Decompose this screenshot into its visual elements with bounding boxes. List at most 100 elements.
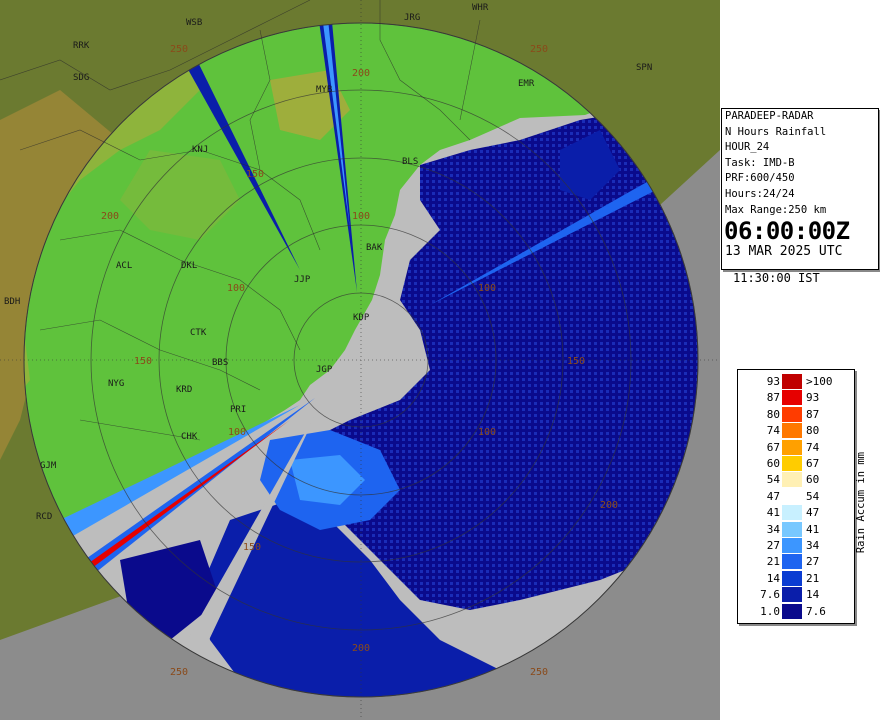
city-BAK: BAK <box>366 243 383 253</box>
legend-high-value: 74 <box>806 440 820 454</box>
legend-high-value: 27 <box>806 555 820 569</box>
range-label-200-se: 200 <box>600 500 618 511</box>
city-RRK: RRK <box>73 41 90 51</box>
legend-low-value: 93 <box>766 375 780 388</box>
legend-high-value: 67 <box>806 457 820 470</box>
city-RCD: RCD <box>36 512 52 522</box>
legend-high-value: 80 <box>806 424 820 438</box>
city-CTK: CTK <box>190 328 207 338</box>
city-CHK: CHK <box>181 432 198 442</box>
max-range-value: Max Range:250 km <box>725 203 827 216</box>
legend-row: 1.0 7.6 <box>738 603 854 619</box>
range-label-150-e: 150 <box>567 356 585 367</box>
city-SDG: SDG <box>73 73 89 83</box>
legend-row: 41 47 <box>738 505 854 521</box>
station-name: PARADEEP-RADAR <box>725 110 814 122</box>
range-label-250-ne: 250 <box>530 44 548 55</box>
legend-row: 54 60 <box>738 472 854 488</box>
legend-high-value: >100 <box>806 375 833 388</box>
legend-swatch <box>782 374 802 389</box>
city-DKL: DKL <box>181 261 197 271</box>
legend-low-value: 34 <box>766 522 780 536</box>
legend-row: 7.6 14 <box>738 587 854 603</box>
range-label-100-sw: 100 <box>228 427 246 438</box>
legend-row: 80 87 <box>738 406 854 422</box>
legend-high-value: 54 <box>806 489 820 503</box>
legend-high-value: 7.6 <box>806 604 826 618</box>
legend-swatch <box>782 390 802 406</box>
radar-map: 200 100 150 200 100 150 100 150 200 250 … <box>0 0 720 720</box>
legend-low-value: 7.6 <box>760 588 780 602</box>
utc-date: 13 MAR 2025 UTC <box>725 244 843 260</box>
ist-time: 11:30:00 IST <box>733 271 820 285</box>
legend-row: 34 41 <box>738 521 854 537</box>
product-name: N Hours Rainfall <box>725 125 827 138</box>
legend-low-value: 87 <box>766 391 780 405</box>
legend-row: 87 93 <box>738 390 854 406</box>
product-hour: HOUR_24 <box>725 141 770 154</box>
radar-info-panel: PARADEEP-RADAR N Hours Rainfall HOUR_24 … <box>721 108 879 270</box>
range-label-250-nw: 250 <box>170 44 188 55</box>
legend-row: 21 27 <box>738 554 854 570</box>
legend-swatch <box>782 406 802 422</box>
legend-low-value: 60 <box>766 457 780 470</box>
city-KNJ: KNJ <box>192 145 208 155</box>
city-JRG: JRG <box>404 13 420 23</box>
city-KRD: KRD <box>176 385 192 395</box>
range-label-100-e: 100 <box>478 283 496 294</box>
range-label-150-sw: 150 <box>243 542 261 553</box>
legend-high-value: 93 <box>806 391 820 405</box>
legend-row: 60 67 <box>738 456 854 471</box>
legend-swatch <box>782 488 802 504</box>
legend-low-value: 67 <box>766 440 780 454</box>
legend-high-value: 47 <box>806 506 820 520</box>
city-JGP: JGP <box>316 365 333 375</box>
legend-swatch <box>782 439 802 455</box>
legend-high-value: 87 <box>806 407 820 421</box>
legend-high-value: 60 <box>806 473 820 487</box>
hours-value: Hours:24/24 <box>725 187 795 200</box>
range-label-200-w: 200 <box>101 211 119 222</box>
legend-low-value: 74 <box>766 424 780 438</box>
legend-high-value: 34 <box>806 539 820 552</box>
city-BDH: BDH <box>4 297 20 307</box>
range-label-100-w: 100 <box>227 283 245 294</box>
legend-low-value: 21 <box>766 555 780 569</box>
city-MYB: MYB <box>316 85 332 95</box>
city-PRI: PRI <box>230 405 246 415</box>
legend-high-value: 41 <box>806 522 820 536</box>
range-label-100-se: 100 <box>478 427 496 438</box>
range-label-100-n: 100 <box>352 211 370 222</box>
range-label-200-s: 200 <box>352 643 370 654</box>
legend-swatch <box>782 603 802 619</box>
legend-low-value: 80 <box>766 407 780 421</box>
legend-swatch <box>782 423 802 439</box>
range-label-150-nw: 150 <box>246 169 264 180</box>
legend-swatch <box>782 521 802 537</box>
legend-swatch <box>782 505 802 521</box>
legend-high-value: 14 <box>806 588 820 602</box>
city-KDP: KDP <box>353 313 370 323</box>
legend-row: 93 >100 <box>738 374 854 389</box>
legend-swatch <box>782 538 802 553</box>
range-label-250-se: 250 <box>530 667 548 678</box>
legend-low-value: 27 <box>766 539 780 552</box>
city-EMR: EMR <box>518 79 535 89</box>
legend-swatch <box>782 456 802 471</box>
range-label-200-n: 200 <box>352 68 370 79</box>
task-name: Task: IMD-B <box>725 156 795 169</box>
legend-row: 47 54 <box>738 488 854 504</box>
range-label-250-sw: 250 <box>170 667 188 678</box>
legend-row: 74 80 <box>738 423 854 439</box>
city-ACL: ACL <box>116 261 132 271</box>
range-label-150-w: 150 <box>134 356 152 367</box>
legend-low-value: 1.0 <box>760 604 780 618</box>
city-SPN: SPN <box>636 63 652 73</box>
legend-low-value: 47 <box>766 489 780 503</box>
legend-low-value: 14 <box>766 571 780 585</box>
prf-value: PRF:600/450 <box>725 172 795 185</box>
city-BBS: BBS <box>212 358 228 368</box>
city-GJM: GJM <box>40 461 57 471</box>
legend-swatch <box>782 472 802 488</box>
legend-row: 67 74 <box>738 439 854 455</box>
